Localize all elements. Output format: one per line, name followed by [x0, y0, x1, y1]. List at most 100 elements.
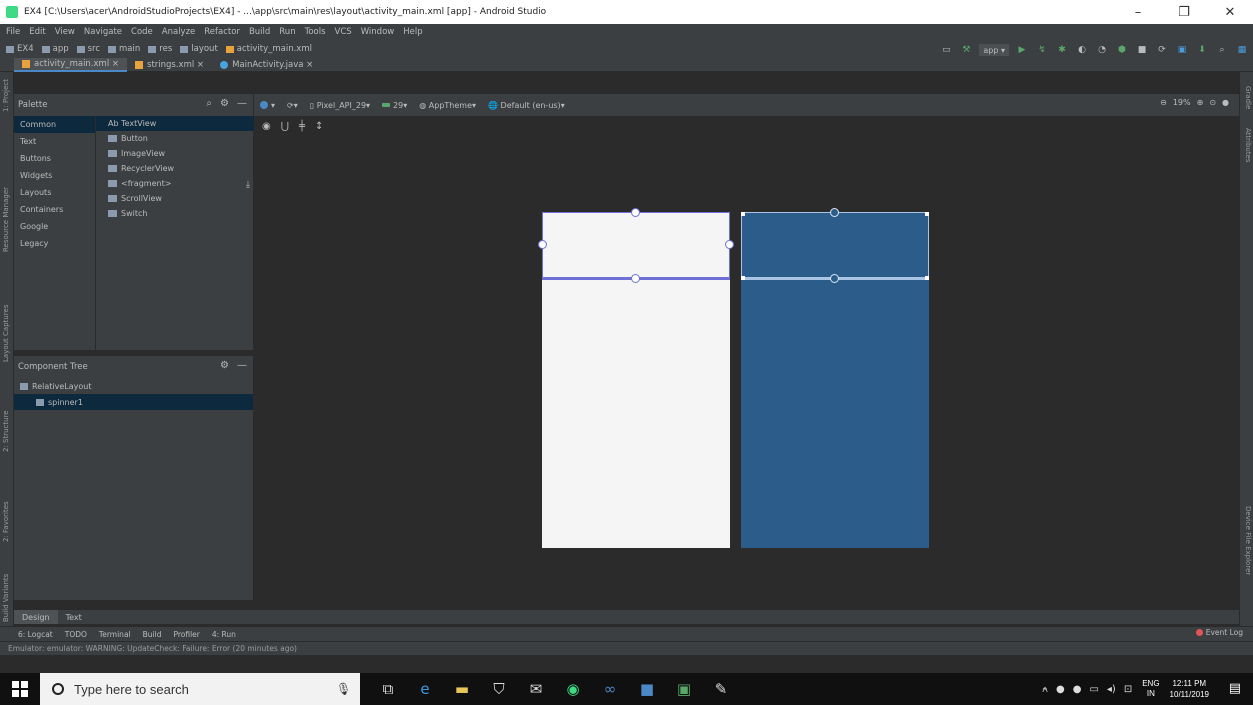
breadcrumb-src[interactable]: src — [76, 44, 100, 54]
zoom-in-icon[interactable]: ⊕ — [1197, 98, 1204, 107]
minimize-icon[interactable]: — — [237, 360, 247, 371]
widget-scrollview[interactable]: ScrollView — [96, 191, 254, 206]
resize-corner-handle[interactable] — [925, 212, 929, 216]
top-constraint-handle[interactable] — [830, 208, 839, 217]
tool-window-build[interactable]: Build — [143, 630, 162, 639]
android-studio-taskbar-icon[interactable]: ◉ — [563, 679, 583, 699]
tool-window-gradle[interactable]: Gradle — [1244, 86, 1252, 109]
category-google[interactable]: Google — [14, 218, 95, 235]
tab-text[interactable]: Text — [58, 610, 90, 624]
emulator-icon[interactable]: ∞ — [600, 679, 620, 699]
blueprint-preview-screen[interactable] — [741, 208, 929, 548]
bottom-constraint-handle[interactable] — [830, 274, 839, 283]
align-icon[interactable]: ╪ — [299, 121, 305, 132]
taskbar-search-input[interactable]: Type here to search — [40, 673, 360, 705]
tool-window-logcat[interactable]: 6: Logcat — [18, 630, 53, 639]
zoom-fit-icon[interactable]: ⊙ — [1209, 98, 1216, 107]
tool-window-profiler[interactable]: Profiler — [173, 630, 199, 639]
breadcrumb-app[interactable]: app — [41, 44, 69, 54]
category-common[interactable]: Common — [14, 116, 95, 133]
orientation-dropdown[interactable]: ⟳▾ — [287, 101, 298, 110]
windows-start-button[interactable] — [12, 681, 28, 697]
tray-app-icon[interactable]: ● — [1073, 684, 1082, 695]
tree-item-spinner1[interactable]: spinner1 — [14, 394, 253, 410]
menu-edit[interactable]: Edit — [29, 27, 45, 37]
tab-strings-xml[interactable]: strings.xml × — [127, 58, 212, 72]
design-surface-dropdown[interactable]: ▾ — [260, 101, 275, 110]
design-canvas[interactable] — [254, 136, 1239, 601]
magnet-icon[interactable]: ⋃ — [281, 121, 289, 132]
spinner-selection-box[interactable] — [542, 212, 730, 278]
network-icon[interactable]: ⊡ — [1124, 684, 1132, 695]
run-icon[interactable]: ▶ — [1015, 44, 1029, 56]
search-icon[interactable]: ⌕ — [1215, 44, 1229, 56]
microphone-icon[interactable]: 🎙 — [336, 682, 351, 696]
menu-refactor[interactable]: Refactor — [204, 27, 240, 37]
tab-design[interactable]: Design — [14, 610, 58, 624]
resize-corner-handle[interactable] — [741, 212, 745, 216]
action-center-icon[interactable]: ▤ — [1229, 681, 1241, 696]
maximize-button[interactable]: ❐ — [1161, 0, 1207, 24]
tree-item-relativelayout[interactable]: RelativeLayout — [14, 378, 253, 394]
tool-window-terminal[interactable]: Terminal — [99, 630, 131, 639]
clock[interactable]: 12:11 PM 10/11/2019 — [1170, 678, 1209, 700]
menu-analyze[interactable]: Analyze — [162, 27, 196, 37]
device-manager-icon[interactable]: ▭ — [939, 44, 953, 56]
tool-window-device-file-explorer[interactable]: Device File Explorer — [1244, 506, 1252, 575]
left-constraint-handle[interactable] — [538, 240, 547, 249]
sdk-manager-icon[interactable]: ⬇ — [1195, 44, 1209, 56]
menu-view[interactable]: View — [55, 27, 75, 37]
tool-window-attributes[interactable]: Attributes — [1244, 128, 1252, 163]
design-preview-screen[interactable] — [538, 208, 734, 548]
category-text[interactable]: Text — [14, 133, 95, 150]
menu-run[interactable]: Run — [279, 27, 295, 37]
category-buttons[interactable]: Buttons — [14, 150, 95, 167]
widget-switch[interactable]: Switch — [96, 206, 254, 221]
task-view-icon[interactable]: ⧉ — [378, 679, 398, 699]
file-explorer-icon[interactable]: ▬ — [452, 679, 472, 699]
project-structure-icon[interactable]: ▦ — [1235, 44, 1249, 56]
gear-icon[interactable]: ⚙ — [220, 98, 229, 109]
language-indicator[interactable]: ENG IN — [1142, 679, 1159, 699]
app-icon[interactable]: ■ — [637, 679, 657, 699]
tool-window-run[interactable]: 4: Run — [212, 630, 236, 639]
menu-tools[interactable]: Tools — [305, 27, 326, 37]
menu-code[interactable]: Code — [131, 27, 153, 37]
resize-corner-handle[interactable] — [741, 276, 745, 280]
close-button[interactable]: ✕ — [1207, 0, 1253, 24]
tool-window-project[interactable]: 1: Project — [2, 79, 10, 112]
breadcrumb-main[interactable]: main — [108, 44, 140, 54]
attach-debugger-icon[interactable]: ⬢ — [1115, 44, 1129, 56]
widget-button[interactable]: Button — [96, 131, 254, 146]
breadcrumb-file[interactable]: activity_main.xml — [225, 44, 312, 54]
eye-icon[interactable]: ◉ — [262, 121, 271, 132]
debug-icon[interactable]: ✱ — [1055, 44, 1069, 56]
menu-file[interactable]: File — [6, 27, 20, 37]
minimize-button[interactable]: – — [1115, 0, 1161, 24]
widget-recyclerview[interactable]: RecyclerView — [96, 161, 254, 176]
profile-icon[interactable]: ◔ — [1095, 44, 1109, 56]
tab-main-activity-java[interactable]: MainActivity.java × — [212, 58, 321, 72]
volume-icon[interactable]: ◂) — [1107, 684, 1116, 695]
menu-navigate[interactable]: Navigate — [84, 27, 122, 37]
avd-manager-icon[interactable]: ▣ — [1175, 44, 1189, 56]
spinner-selection-box[interactable] — [741, 212, 929, 278]
tool-window-favorites[interactable]: 2: Favorites — [2, 501, 10, 542]
excel-icon[interactable]: ▣ — [674, 679, 694, 699]
event-log-button[interactable]: Event Log — [1195, 628, 1243, 637]
widget-textview[interactable]: Ab TextView — [96, 116, 254, 131]
download-icon[interactable]: ⤓ — [246, 180, 250, 190]
right-constraint-handle[interactable] — [725, 240, 734, 249]
gradle-sync-icon[interactable]: ⟳ — [1155, 44, 1169, 56]
breadcrumb-project[interactable]: EX4 — [6, 44, 34, 54]
stop-icon[interactable]: ■ — [1135, 44, 1149, 56]
menu-help[interactable]: Help — [403, 27, 422, 37]
search-icon[interactable]: ⌕ — [206, 98, 212, 109]
apply-changes-icon[interactable]: ↯ — [1035, 44, 1049, 56]
coverage-icon[interactable]: ◐ — [1075, 44, 1089, 56]
tab-activity-main-xml[interactable]: activity_main.xml × — [14, 58, 128, 72]
minimize-icon[interactable]: — — [237, 98, 247, 109]
breadcrumb-layout[interactable]: layout — [180, 44, 218, 54]
status-message[interactable]: Emulator: emulator: WARNING: UpdateCheck… — [8, 644, 297, 653]
menu-vcs[interactable]: VCS — [335, 27, 352, 37]
